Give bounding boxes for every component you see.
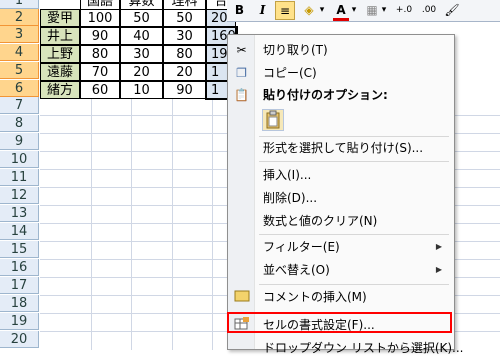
score-cell[interactable]: 50 bbox=[120, 9, 163, 27]
score-cell[interactable]: 20 bbox=[120, 63, 163, 81]
row-header-3[interactable]: 3 bbox=[0, 26, 39, 43]
score-cell[interactable]: 10 bbox=[120, 81, 163, 99]
scissors-icon: ✂ bbox=[236, 43, 247, 57]
menu-separator bbox=[259, 284, 449, 285]
menu-item-sort[interactable]: 並べ替え(O) ▶ bbox=[228, 259, 454, 281]
score-cell[interactable]: 30 bbox=[120, 45, 163, 63]
name-cell[interactable]: 井上 bbox=[40, 27, 80, 45]
row-header-7[interactable]: 7 bbox=[0, 97, 39, 114]
row-header-1[interactable]: 1 bbox=[0, 0, 39, 9]
increase-decimal-icon[interactable]: +.0 bbox=[393, 1, 415, 20]
row-header-19[interactable]: 19 bbox=[0, 313, 39, 330]
align-center-button[interactable]: ≡ bbox=[275, 1, 295, 20]
menu-item-delete[interactable]: 削除(D)... bbox=[228, 187, 454, 209]
score-cell[interactable]: 20 bbox=[163, 63, 206, 81]
menu-item-label: 並べ替え(O) bbox=[263, 263, 330, 277]
score-cell[interactable]: 90 bbox=[80, 27, 120, 45]
menu-item-filter[interactable]: フィルター(E) ▶ bbox=[228, 236, 454, 258]
submenu-arrow-icon: ▶ bbox=[435, 242, 442, 251]
score-cell[interactable]: 50 bbox=[163, 9, 206, 27]
menu-item-label: 切り取り(T) bbox=[263, 43, 328, 57]
score-cell[interactable]: 60 bbox=[80, 81, 120, 99]
row-header-9[interactable]: 9 bbox=[0, 133, 39, 150]
score-cell[interactable]: 80 bbox=[80, 45, 120, 63]
comment-icon bbox=[233, 289, 250, 305]
row-header-10[interactable]: 10 bbox=[0, 151, 39, 168]
name-cell[interactable]: 緒方 bbox=[40, 81, 80, 99]
decrease-decimal-icon[interactable]: .00 bbox=[418, 1, 440, 20]
font-color-icon[interactable]: A bbox=[333, 1, 349, 21]
row-header-13[interactable]: 13 bbox=[0, 205, 39, 222]
copy-icon: ❐ bbox=[236, 66, 247, 80]
paste-option-button[interactable] bbox=[262, 109, 284, 131]
name-cell[interactable]: 上野 bbox=[40, 45, 80, 63]
row-header-18[interactable]: 18 bbox=[0, 295, 39, 312]
score-cell[interactable]: 40 bbox=[120, 27, 163, 45]
score-cell[interactable]: 100 bbox=[80, 9, 120, 27]
borders-icon[interactable]: ▦ bbox=[364, 1, 380, 20]
menu-item-paste-options: 📋 貼り付けのオプション: bbox=[228, 84, 454, 106]
menu-separator bbox=[259, 161, 449, 162]
menu-item-copy[interactable]: ❐ コピー(C) bbox=[228, 62, 454, 84]
submenu-arrow-icon: ▶ bbox=[435, 265, 442, 274]
row-header-8[interactable]: 8 bbox=[0, 115, 39, 132]
menu-item-clear-contents[interactable]: 数式と値のクリア(N) bbox=[228, 210, 454, 232]
score-cell[interactable]: 90 bbox=[163, 81, 206, 99]
menu-item-pick-from-list[interactable]: ドロップダウン リストから選択(K)... bbox=[228, 337, 464, 359]
menu-item-paste-special[interactable]: 形式を選択して貼り付け(S)... bbox=[228, 137, 454, 159]
menu-item-label: 削除(D)... bbox=[263, 191, 318, 205]
chevron-down-icon[interactable]: ▾ bbox=[318, 1, 326, 20]
fill-color-icon[interactable]: ◈ bbox=[300, 1, 318, 20]
menu-item-label: ドロップダウン リストから選択(K)... bbox=[263, 341, 464, 355]
paste-icon bbox=[266, 110, 280, 129]
row-header-6[interactable]: 6 bbox=[0, 80, 39, 97]
format-cells-highlight bbox=[227, 312, 452, 333]
row-header-14[interactable]: 14 bbox=[0, 223, 39, 240]
name-cell[interactable]: 愛甲 bbox=[40, 9, 80, 27]
row-header-17[interactable]: 17 bbox=[0, 277, 39, 294]
menu-separator bbox=[259, 234, 449, 235]
row-header-2[interactable]: 2 bbox=[0, 9, 39, 26]
menu-item-label: 貼り付けのオプション: bbox=[263, 88, 388, 102]
score-cell[interactable]: 70 bbox=[80, 63, 120, 81]
row-header-20[interactable]: 20 bbox=[0, 331, 39, 348]
chevron-down-icon[interactable]: ▾ bbox=[350, 1, 358, 20]
row-header-15[interactable]: 15 bbox=[0, 241, 39, 258]
menu-item-label: 数式と値のクリア(N) bbox=[263, 214, 378, 228]
bold-button[interactable]: B bbox=[232, 1, 247, 20]
row-header-16[interactable]: 16 bbox=[0, 259, 39, 276]
italic-button[interactable]: I bbox=[255, 1, 270, 20]
row-header-5[interactable]: 5 bbox=[0, 62, 39, 79]
menu-item-label: 挿入(I)... bbox=[263, 168, 312, 182]
row-header-11[interactable]: 11 bbox=[0, 169, 39, 186]
format-painter-icon[interactable]: 🖌 bbox=[443, 1, 461, 20]
row-header-4[interactable]: 4 bbox=[0, 44, 39, 61]
menu-item-label: コピー(C) bbox=[263, 66, 317, 80]
name-cell[interactable]: 遠藤 bbox=[40, 63, 80, 81]
menu-item-insert-comment[interactable]: コメントの挿入(M) bbox=[228, 286, 454, 308]
menu-item-insert[interactable]: 挿入(I)... bbox=[228, 164, 454, 186]
clipboard-icon: 📋 bbox=[234, 88, 249, 102]
menu-item-label: コメントの挿入(M) bbox=[263, 290, 367, 304]
menu-item-cut[interactable]: ✂ 切り取り(T) bbox=[228, 39, 454, 61]
score-cell[interactable]: 30 bbox=[163, 27, 206, 45]
score-cell[interactable]: 80 bbox=[163, 45, 206, 63]
context-menu: ✂ 切り取り(T) ❐ コピー(C) 📋 貼り付けのオプション: 形式を選択して… bbox=[227, 34, 464, 355]
chevron-down-icon[interactable]: ▾ bbox=[380, 1, 388, 20]
row-header-12[interactable]: 12 bbox=[0, 187, 39, 204]
menu-item-label: 形式を選択して貼り付け(S)... bbox=[263, 141, 424, 155]
mini-toolbar: B I ≡ ◈ ▾ A ▾ ▦ ▾ +.0 .00 🖌 bbox=[227, 0, 500, 22]
menu-item-label: フィルター(E) bbox=[263, 240, 340, 254]
